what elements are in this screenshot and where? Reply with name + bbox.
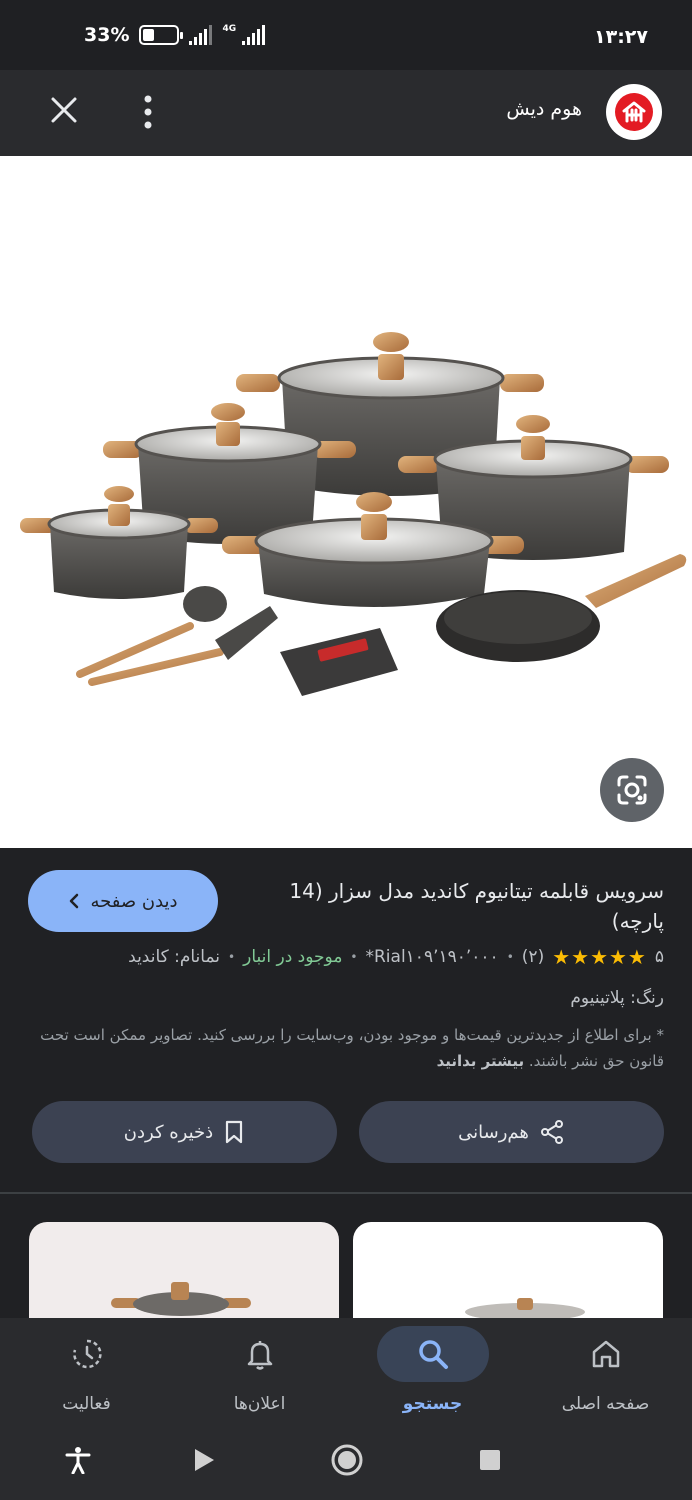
save-label: ذخیره کردن [123,1121,214,1143]
visit-page-button[interactable]: دیدن صفحه [28,870,218,932]
review-count: (۲) [521,947,545,967]
status-time: ۱۳:۲۷ [594,26,648,48]
nav-activity[interactable]: فعالیت [0,1318,173,1426]
save-button[interactable]: ذخیره کردن [32,1101,337,1163]
signal-icon-2 [242,25,266,45]
disclaimer: * برای اطلاع از جدیدترین قیمت‌ها و موجود… [28,1022,664,1074]
site-name[interactable]: هوم دیش [506,98,582,120]
share-button[interactable]: هم‌رسانی [359,1101,664,1163]
accessibility-icon[interactable] [60,1442,96,1478]
home-icon [592,1340,619,1368]
search-icon [418,1340,448,1369]
product-meta: ۵ ★★★★★ (۲) • *Rial۱۰۹٬۱۹۰٬۰۰۰ • موجود د… [128,945,664,969]
rating-value: ۵ [654,947,664,967]
lens-icon [617,775,647,805]
product-title: سرویس قابلمه تیتانیوم کاندید مدل سزار (1… [289,879,664,933]
brand: نمانام: کاندید [128,947,221,967]
battery-icon [139,25,184,45]
separator: • [506,950,514,964]
home-circle-icon[interactable] [329,1442,365,1478]
app-header: هوم دیش [0,70,692,156]
chevron-left-icon [70,893,79,909]
play-icon[interactable] [186,1442,222,1478]
related-pot-image [111,1282,251,1316]
signal-icon [189,25,213,45]
nav-activity-label: فعالیت [62,1394,111,1414]
share-label: هم‌رسانی [458,1121,529,1143]
product-image[interactable] [0,156,692,848]
activity-icon [72,1339,102,1369]
bottom-navigation: صفحه اصلی جستجو اعلان‌ها فعالیت [0,1318,692,1426]
google-lens-button[interactable] [600,758,664,822]
product-info: سرویس قابلمه تیتانیوم کاندید مدل سزار (1… [0,848,692,1193]
price: *Rial۱۰۹٬۱۹۰٬۰۰۰ [365,947,499,967]
battery-percent: 33% [84,24,130,46]
visit-page-label: دیدن صفحه [90,890,178,912]
more-options-icon[interactable] [138,94,158,130]
related-card[interactable] [353,1222,663,1318]
stock-status: موجود در انبار [243,947,343,967]
separator: • [350,950,358,964]
nav-notifications[interactable]: اعلان‌ها [173,1318,346,1426]
nav-search[interactable]: جستجو [346,1318,519,1426]
status-indicators: 33% 4G [84,24,266,46]
rating-stars-icon: ★★★★★ [552,945,647,969]
cookware-set-image [20,332,687,696]
share-icon [540,1120,563,1144]
home-dish-logo-icon [615,93,653,131]
related-pot-image [465,1298,585,1318]
network-type: 4G [222,24,237,34]
status-bar: ۱۳:۲۷ 33% 4G [0,0,692,70]
recents-square-icon[interactable] [472,1442,508,1478]
close-icon[interactable] [48,94,80,126]
related-card[interactable] [29,1222,339,1318]
nav-search-label: جستجو [402,1394,463,1414]
system-navigation [0,1426,692,1500]
related-results [0,1222,692,1318]
nav-home-label: صفحه اصلی [561,1394,650,1414]
divider [0,1192,692,1194]
bookmark-icon [226,1120,243,1144]
bell-icon [247,1341,272,1370]
nav-home[interactable]: صفحه اصلی [519,1318,692,1426]
nav-notifications-label: اعلان‌ها [233,1394,286,1414]
learn-more-link[interactable]: بیشتر بدانید [437,1052,525,1070]
separator: • [228,950,236,964]
site-logo[interactable] [606,84,662,140]
product-color: رنگ: پلاتینیوم [570,988,664,1008]
disclaimer-text: * برای اطلاع از جدیدترین قیمت‌ها و موجود… [40,1026,664,1070]
